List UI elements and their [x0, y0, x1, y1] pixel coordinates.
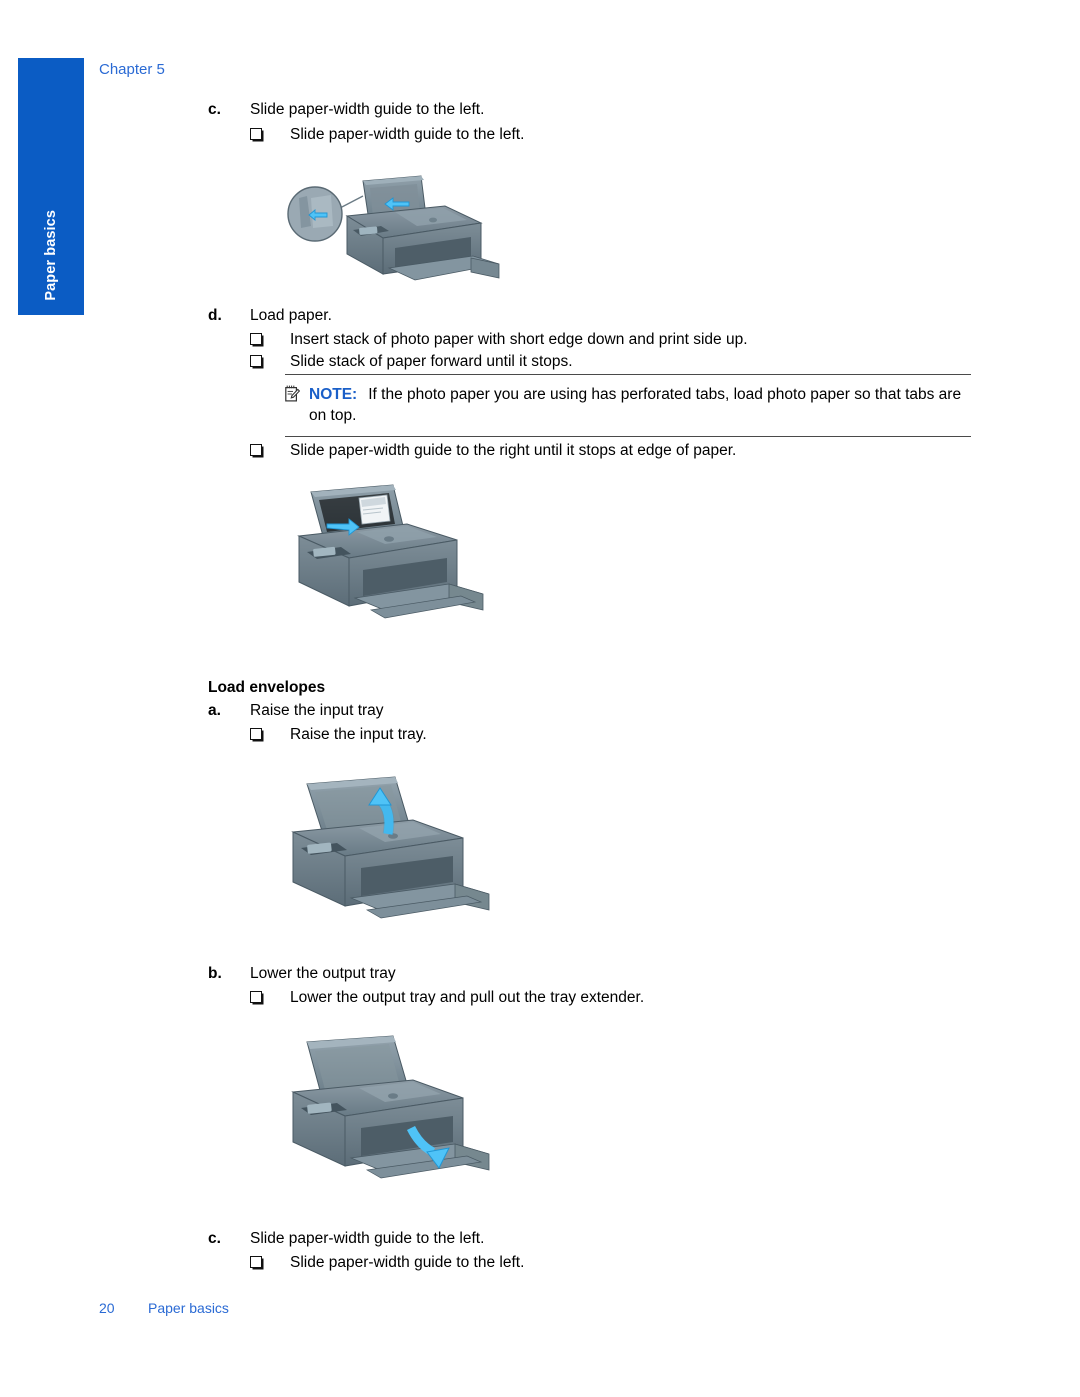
- bullet-text: Slide paper-width guide to the right unt…: [290, 442, 737, 459]
- bullet-slide-guide-left-top: Slide paper-width guide to the left.: [250, 124, 524, 146]
- step-c-bottom: c. Slide paper-width guide to the left.: [208, 1228, 484, 1250]
- note-pencil-icon: [285, 384, 309, 408]
- chapter-running-head: Chapter 5: [99, 61, 165, 78]
- figure-lower-output-tray: [283, 1032, 528, 1210]
- figure-raise-input-tray: [283, 772, 528, 950]
- step-text: Raise the input tray: [250, 702, 384, 719]
- step-a-raise-tray: a. Raise the input tray: [208, 700, 384, 722]
- page-footer: 20 Paper basics: [99, 1300, 229, 1316]
- step-text: Slide paper-width guide to the left.: [250, 1230, 485, 1247]
- note-body: NOTE: If the photo paper you are using ha…: [285, 375, 971, 436]
- note-text-wrap: NOTE: If the photo paper you are using ha…: [309, 384, 971, 426]
- checkbox-square-icon: [250, 333, 290, 345]
- checkbox-square-icon: [250, 1256, 290, 1268]
- bullet-text: Lower the output tray and pull out the t…: [290, 989, 645, 1006]
- step-marker: b.: [208, 965, 222, 982]
- step-d-load-paper: d. Load paper.: [208, 305, 332, 327]
- bullet-text: Insert stack of photo paper with short e…: [290, 331, 748, 348]
- bullet-raise-input-tray: Raise the input tray.: [250, 724, 427, 746]
- chapter-side-tab-label: Paper basics: [43, 210, 59, 301]
- step-marker: d.: [208, 307, 222, 324]
- load-envelopes-heading: Load envelopes: [208, 679, 326, 696]
- checkbox-square-icon: [250, 444, 290, 456]
- step-marker: c.: [208, 101, 221, 118]
- note-rule-bottom: [285, 436, 971, 437]
- checkbox-square-icon: [250, 728, 290, 740]
- footer-section-label: Paper basics: [148, 1300, 229, 1316]
- bullet-slide-guide-left-bottom: Slide paper-width guide to the left.: [250, 1252, 524, 1274]
- checkbox-square-icon: [250, 355, 290, 367]
- bullet-lower-output-tray: Lower the output tray and pull out the t…: [250, 987, 644, 1009]
- step-text: Lower the output tray: [250, 965, 396, 982]
- bullet-text: Slide paper-width guide to the left.: [290, 1254, 525, 1271]
- bullet-text: Slide paper-width guide to the left.: [290, 126, 525, 143]
- step-text: Slide paper-width guide to the left.: [250, 101, 485, 118]
- figure-load-paper: [285, 478, 535, 643]
- checkbox-square-icon: [250, 128, 290, 140]
- chapter-side-tab: Paper basics: [18, 58, 84, 315]
- footer-page-number: 20: [99, 1300, 115, 1316]
- note-callout: NOTE: If the photo paper you are using ha…: [285, 374, 971, 437]
- bullet-slide-guide-right: Slide paper-width guide to the right unt…: [250, 440, 736, 462]
- step-b-lower-tray: b. Lower the output tray: [208, 963, 396, 985]
- note-label: NOTE:: [309, 386, 358, 403]
- bullet-text: Raise the input tray.: [290, 726, 427, 743]
- figure-slide-guide-left: [285, 168, 535, 293]
- bullet-slide-stack-forward: Slide stack of paper forward until it st…: [250, 351, 573, 373]
- checkbox-square-icon: [250, 991, 290, 1003]
- bullet-insert-stack: Insert stack of photo paper with short e…: [250, 329, 748, 351]
- note-text: If the photo paper you are using has per…: [309, 386, 962, 424]
- step-marker: c.: [208, 1230, 221, 1247]
- bullet-text: Slide stack of paper forward until it st…: [290, 353, 573, 370]
- step-text: Load paper.: [250, 307, 332, 324]
- step-c-top: c. Slide paper-width guide to the left.: [208, 99, 484, 121]
- step-marker: a.: [208, 702, 221, 719]
